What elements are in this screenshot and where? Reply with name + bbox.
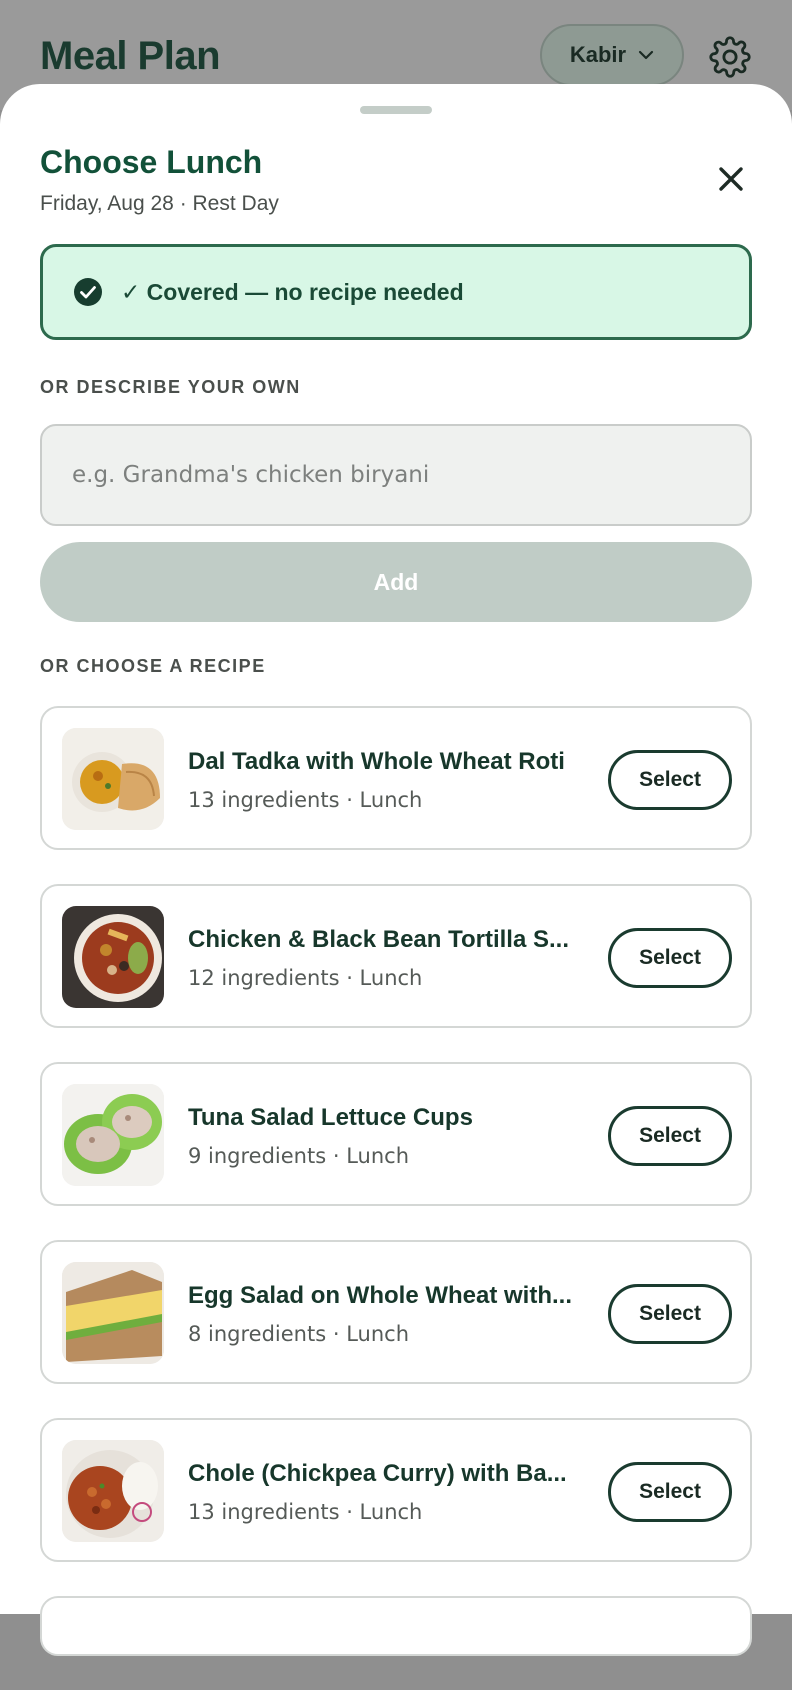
recipe-name: Chole (Chickpea Curry) with Ba... [188, 1460, 567, 1487]
recipe-meta: 12 ingredients · Lunch [188, 966, 423, 990]
recipe-meta: 13 ingredients · Lunch [188, 788, 423, 812]
covered-option[interactable]: ✓ Covered — no recipe needed [40, 244, 752, 340]
recipe-thumbnail [62, 1440, 164, 1542]
choose-section-label: OR CHOOSE A RECIPE [40, 656, 266, 676]
select-button[interactable]: Select [608, 750, 732, 810]
recipe-name: Tuna Salad Lettuce Cups [188, 1104, 473, 1131]
describe-section-label: OR DESCRIBE YOUR OWN [40, 377, 301, 397]
select-button[interactable]: Select [608, 1284, 732, 1344]
user-name: Kabir [569, 42, 627, 67]
sheet-subtitle: Friday, Aug 28 · Rest Day [40, 192, 279, 215]
recipe-card-partial[interactable] [40, 1596, 752, 1656]
app-title: Meal Plan [40, 34, 221, 78]
recipe-thumbnail [62, 1262, 164, 1364]
close-icon[interactable] [712, 160, 750, 198]
recipe-card[interactable]: Egg Salad on Whole Wheat with... 8 ingre… [40, 1240, 752, 1384]
recipe-list: Dal Tadka with Whole Wheat Roti 13 ingre… [40, 706, 752, 1690]
sheet-title: Choose Lunch [40, 144, 263, 180]
covered-text: ✓ Covered — no recipe needed [121, 278, 464, 305]
recipe-meta: 8 ingredients · Lunch [188, 1322, 410, 1346]
recipe-thumbnail [62, 1084, 164, 1186]
select-button[interactable]: Select [608, 928, 732, 988]
recipe-card[interactable]: Dal Tadka with Whole Wheat Roti 13 ingre… [40, 706, 752, 850]
recipe-card[interactable]: Chicken & Black Bean Tortilla S... 12 in… [40, 884, 752, 1028]
recipe-thumbnail [62, 906, 164, 1008]
recipe-name: Chicken & Black Bean Tortilla S... [188, 926, 569, 953]
user-selector[interactable]: Kabir [540, 24, 684, 86]
describe-meal-input[interactable] [40, 424, 752, 526]
select-button[interactable]: Select [608, 1462, 732, 1522]
add-button[interactable]: Add [40, 542, 752, 622]
gear-icon[interactable] [709, 36, 751, 78]
recipe-meta: 9 ingredients · Lunch [188, 1144, 410, 1168]
recipe-thumbnail [62, 728, 164, 830]
recipe-meta: 13 ingredients · Lunch [188, 1500, 423, 1524]
check-circle-icon [74, 278, 102, 306]
select-button[interactable]: Select [608, 1106, 732, 1166]
recipe-card[interactable]: Chole (Chickpea Curry) with Ba... 13 ing… [40, 1418, 752, 1562]
recipe-name: Egg Salad on Whole Wheat with... [188, 1282, 572, 1309]
sheet-grabber[interactable] [360, 106, 432, 114]
recipe-card[interactable]: Tuna Salad Lettuce Cups 9 ingredients · … [40, 1062, 752, 1206]
recipe-name: Dal Tadka with Whole Wheat Roti [188, 748, 565, 775]
chevron-down-icon [639, 50, 654, 60]
